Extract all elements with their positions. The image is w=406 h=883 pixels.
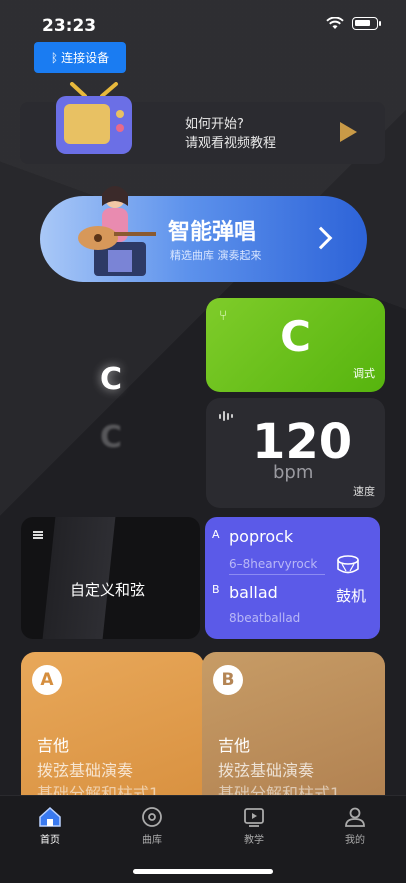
drum-slot-a-name[interactable]: poprock [229,527,293,546]
lesson-b-subtitle: 拨弦基础演奏 [218,761,315,780]
lesson-a-subtitle: 拨弦基础演奏 [37,761,134,780]
lesson-a-title: 吉他 [37,736,70,755]
drum-slot-a-detail: 6–8hearvyrock [229,557,318,571]
menu-icon [33,531,43,539]
drum-slot-b-tag: B [212,583,220,596]
tv-illustration [56,82,132,154]
drum-slot-a-tag: A [212,528,220,541]
chevron-right-icon [309,226,333,250]
lesson-a-badge: A [32,665,62,695]
smart-sing-title: 智能弹唱 [168,220,257,245]
drum-machine-card[interactable]: A poprock 6–8hearvyrock B ballad 8beatba… [205,517,380,639]
tutorial-banner[interactable]: 如何开始? 请观看视频教程 [20,82,385,164]
tab-profile[interactable]: 我的 [325,806,385,846]
status-time: 23:23 [42,16,97,36]
guitarist-illustration [78,186,156,276]
connect-device-button[interactable]: ᛒ 连接设备 [34,42,126,73]
smart-sing-subtitle: 精选曲库 演奏起来 [170,249,262,262]
tuning-card[interactable]: ⑂ C 调式 [206,298,385,392]
user-icon [345,807,365,827]
play-icon[interactable] [340,122,357,142]
current-chord: C [100,362,123,397]
lesson-b-badge: B [213,665,243,695]
tab-home[interactable]: 首页 [20,806,80,846]
smart-sing-banner[interactable]: 智能弹唱 精选曲库 演奏起来 [40,186,367,282]
record-icon [142,807,162,827]
tempo-label: 速度 [353,485,375,498]
tab-profile-label: 我的 [345,835,365,846]
home-indicator [133,869,273,874]
tempo-card[interactable]: 120 bpm 速度 [206,398,385,508]
tuning-label: 调式 [353,367,375,380]
home-icon [39,806,61,827]
tab-teaching-label: 教学 [244,835,264,846]
tutorial-line1: 如何开始? [185,117,244,132]
next-chord: C [100,420,123,455]
tab-home-label: 首页 [40,835,60,846]
lesson-b-title: 吉他 [218,736,251,755]
battery-icon [352,17,381,30]
tab-teaching[interactable]: 教学 [224,806,284,846]
lesson-card-b[interactable]: B 吉他 拨弦基础演奏 基础分解和柱式1 [202,652,385,812]
connect-device-label: 连接设备 [61,51,110,65]
status-icons [326,17,381,30]
wifi-icon [326,17,344,29]
tuning-note: C [280,312,311,361]
custom-chord-label: 自定义和弦 [70,581,146,599]
tutorial-text: 如何开始? 请观看视频教程 [185,115,276,153]
tutorial-line2: 请观看视频教程 [185,136,277,151]
lesson-card-a[interactable]: A 吉他 拨弦基础演奏 基础分解和柱式1 [21,652,204,812]
waveform-icon [219,411,233,421]
tab-library[interactable]: 曲库 [122,806,182,846]
drum-icon [337,555,359,574]
drum-slot-b-detail: 8beatballad [229,611,301,625]
fretboard-illustration [42,517,116,639]
tempo-unit: bpm [273,462,314,483]
drum-slot-b-name[interactable]: ballad [229,583,278,602]
drum-machine-label: 鼓机 [335,587,366,605]
custom-chord-card[interactable]: 自定义和弦 [21,517,200,639]
drum-divider [229,574,325,575]
video-icon [244,808,264,827]
status-bar: 23:23 [0,0,406,44]
bluetooth-icon: ᛒ [50,50,59,65]
tab-library-label: 曲库 [142,835,162,846]
